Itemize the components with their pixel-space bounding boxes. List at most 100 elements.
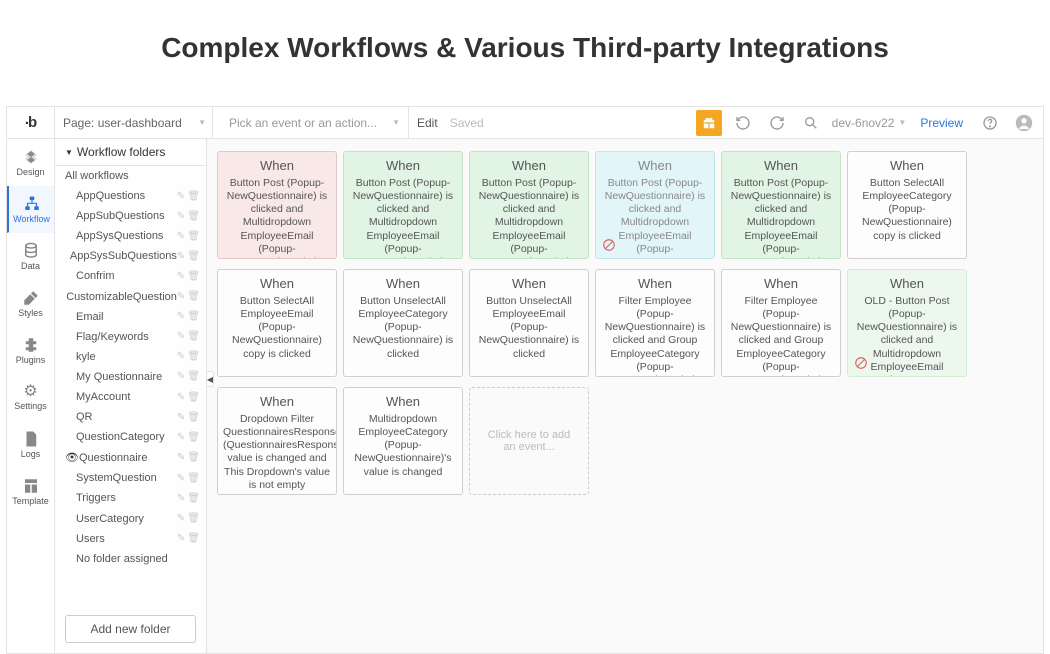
pencil-icon[interactable]: ✎ (177, 211, 185, 222)
pencil-icon[interactable]: ✎ (177, 311, 185, 322)
card-description: Filter Employee (Popup-NewQuestionnaire)… (601, 295, 709, 377)
user-avatar-icon[interactable] (1011, 110, 1037, 136)
pencil-icon[interactable]: ✎ (177, 473, 185, 484)
sidebar-header-label: Workflow folders (77, 145, 165, 159)
nav-styles[interactable]: Styles (7, 280, 54, 327)
trash-icon[interactable]: 🗑 (187, 191, 200, 202)
pencil-icon[interactable]: ✎ (177, 452, 185, 463)
all-workflows-item[interactable]: All workflows (55, 166, 206, 186)
sidebar-collapse-handle[interactable]: ◀ (206, 371, 214, 387)
pencil-icon[interactable]: ✎ (177, 271, 185, 282)
action-selector[interactable]: Pick an event or an action... ▼ (221, 107, 409, 138)
nav-design[interactable]: Design (7, 139, 54, 186)
workflow-card[interactable]: WhenFilter Employee (Popup-NewQuestionna… (721, 269, 841, 377)
nav-data[interactable]: Data (7, 233, 54, 280)
pencil-icon[interactable]: ✎ (177, 392, 185, 403)
logo-cell: b (7, 107, 55, 138)
workflow-card[interactable]: WhenButton Post (Popup-NewQuestionnaire)… (343, 151, 463, 259)
workflow-card[interactable]: When Filter Employee (Popup-NewQuestionna… (595, 269, 715, 377)
redo-icon[interactable] (764, 110, 790, 136)
pencil-icon[interactable]: ✎ (177, 412, 185, 423)
workflow-card[interactable]: WhenButton Post (Popup-NewQuestionnaire)… (721, 151, 841, 259)
add-folder-button[interactable]: Add new folder (65, 615, 196, 643)
folder-item[interactable]: AppQuestions✎🗑 (55, 186, 206, 206)
workflow-card[interactable]: WhenButton Post (Popup-NewQuestionnaire)… (217, 151, 337, 259)
folder-item[interactable]: AppSysSubQuestions✎🗑 (55, 246, 206, 266)
workflow-card[interactable]: WhenButton Post (Popup-NewQuestionnaire)… (595, 151, 715, 259)
workflow-card[interactable]: WhenDropdown Filter QuestionnairesRespon… (217, 387, 337, 495)
nav-template[interactable]: Template (7, 468, 54, 515)
folder-item[interactable]: Email✎🗑 (55, 307, 206, 327)
nav-styles-label: Styles (18, 308, 43, 318)
workflow-card[interactable]: WhenMultidropdown EmployeeCategory (Popu… (343, 387, 463, 495)
pencil-icon[interactable]: ✎ (177, 533, 185, 544)
nav-plugins[interactable]: Plugins (7, 327, 54, 374)
folder-item[interactable]: SystemQuestion✎🗑 (55, 468, 206, 488)
trash-icon[interactable]: 🗑 (187, 432, 200, 443)
workflow-card[interactable]: WhenButton UnselectAll EmployeeEmail (Po… (469, 269, 589, 377)
trash-icon[interactable]: 🗑 (187, 351, 200, 362)
folder-item[interactable]: AppSysQuestions✎🗑 (55, 226, 206, 246)
preview-link[interactable]: Preview (914, 116, 969, 130)
trash-icon[interactable]: 🗑 (187, 331, 200, 342)
help-icon[interactable] (977, 110, 1003, 136)
card-when-label: When (349, 158, 457, 173)
trash-icon[interactable]: 🗑 (187, 533, 200, 544)
trash-icon[interactable]: 🗑 (187, 271, 200, 282)
pencil-icon[interactable]: ✎ (177, 351, 185, 362)
card-when-label: When (223, 158, 331, 173)
folder-item[interactable]: No folder assigned (55, 549, 206, 569)
undo-icon[interactable] (730, 110, 756, 136)
pencil-icon[interactable]: ✎ (177, 231, 185, 242)
trash-icon[interactable]: 🗑 (187, 452, 200, 463)
folder-item[interactable]: Confrim✎🗑 (55, 266, 206, 286)
workflow-card[interactable]: WhenButton SelectAll EmployeeCategory (P… (847, 151, 967, 259)
trash-icon[interactable]: 🗑 (187, 513, 200, 524)
page-selector[interactable]: Page: user-dashboard ▼ (63, 107, 213, 138)
folder-item[interactable]: UserCategory✎🗑 (55, 509, 206, 529)
folder-item[interactable]: Users✎🗑 (55, 529, 206, 549)
trash-icon[interactable]: 🗑 (187, 311, 200, 322)
pencil-icon[interactable]: ✎ (177, 513, 185, 524)
search-icon[interactable] (798, 110, 824, 136)
pencil-icon[interactable]: ✎ (177, 371, 185, 382)
pencil-icon[interactable]: ✎ (177, 291, 185, 302)
card-when-label: When (601, 276, 709, 291)
trash-icon[interactable]: 🗑 (187, 473, 200, 484)
card-when-label: When (727, 158, 835, 173)
pencil-icon[interactable]: ✎ (177, 493, 185, 504)
workflow-card[interactable]: WhenButton Post (Popup-NewQuestionnaire)… (469, 151, 589, 259)
sidebar-header[interactable]: ▼ Workflow folders (55, 139, 206, 166)
pencil-icon[interactable]: ✎ (177, 432, 185, 443)
trash-icon[interactable]: 🗑 (187, 231, 200, 242)
folder-item[interactable]: QR✎🗑 (55, 407, 206, 427)
pencil-icon[interactable]: ✎ (177, 251, 185, 262)
nav-workflow[interactable]: Workflow (7, 186, 54, 233)
folder-item[interactable]: kyle✎🗑 (55, 347, 206, 367)
folder-item[interactable]: Triggers✎🗑 (55, 488, 206, 508)
pencil-icon[interactable]: ✎ (177, 331, 185, 342)
nav-settings[interactable]: ⚙ Settings (7, 374, 54, 421)
workflow-card[interactable]: WhenButton SelectAll EmployeeEmail (Popu… (217, 269, 337, 377)
nav-logs[interactable]: Logs (7, 421, 54, 468)
trash-icon[interactable]: 🗑 (187, 251, 200, 262)
folder-item[interactable]: MyAccount✎🗑 (55, 387, 206, 407)
folder-item[interactable]: AppSubQuestions✎🗑 (55, 206, 206, 226)
pencil-icon[interactable]: ✎ (177, 191, 185, 202)
folder-item[interactable]: Flag/Keywords✎🗑 (55, 327, 206, 347)
folder-item[interactable]: CustomizableQuestion✎🗑 (55, 287, 206, 307)
trash-icon[interactable]: 🗑 (187, 371, 200, 382)
add-event-card[interactable]: Click here to add an event... (469, 387, 589, 495)
trash-icon[interactable]: 🗑 (187, 211, 200, 222)
folder-item[interactable]: QuestionCategory✎🗑 (55, 427, 206, 447)
workflow-card[interactable]: WhenButton UnselectAll EmployeeCategory … (343, 269, 463, 377)
folder-item[interactable]: 👁Questionnaire✎🗑 (55, 447, 206, 468)
branch-selector[interactable]: dev-6nov22 ▼ (832, 116, 907, 130)
trash-icon[interactable]: 🗑 (187, 392, 200, 403)
workflow-card[interactable]: WhenOLD - Button Post (Popup-NewQuestion… (847, 269, 967, 377)
trash-icon[interactable]: 🗑 (187, 412, 200, 423)
trash-icon[interactable]: 🗑 (187, 291, 200, 302)
trash-icon[interactable]: 🗑 (187, 493, 200, 504)
gift-icon[interactable] (696, 110, 722, 136)
folder-item[interactable]: My Questionnaire✎🗑 (55, 367, 206, 387)
